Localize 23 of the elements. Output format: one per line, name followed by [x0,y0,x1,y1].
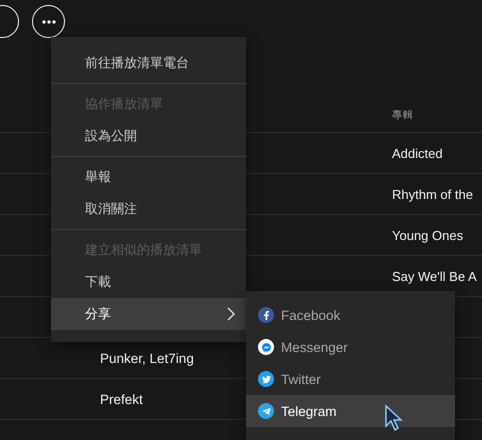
menu-item[interactable]: 取消關注 [51,193,246,225]
facebook-logo-icon [258,307,274,323]
share-item[interactable]: Facebook [246,299,455,331]
album-cell: Rhythm of the [392,186,473,202]
menu-item[interactable]: 設為公開 [51,120,246,152]
bird-logo-icon [258,371,274,387]
messenger-logo-icon [258,339,274,355]
menu-item[interactable]: 前往播放清單電台 [51,47,246,79]
album-cell: Young Ones [392,228,464,242]
artist-cell: Punker, Let7ing [100,350,194,366]
column-header[interactable]: 專輯 [392,108,414,122]
album-cell: Say We'll Be A [392,268,477,284]
more-icon [42,20,56,24]
menu-item[interactable]: 舉報 [51,161,246,193]
paper-plane-logo-icon [258,403,274,419]
share-item[interactable]: Twitter [246,363,455,395]
mouse-cursor-icon [384,404,404,432]
menu-item[interactable]: 下載 [51,266,246,298]
share-item[interactable]: Telegram [246,395,455,427]
share-item[interactable]: Messenger [246,331,455,363]
menu-item[interactable]: 分享 [51,298,246,330]
album-cell: Addicted [392,146,443,160]
artist-cell: Prefekt [100,392,143,406]
